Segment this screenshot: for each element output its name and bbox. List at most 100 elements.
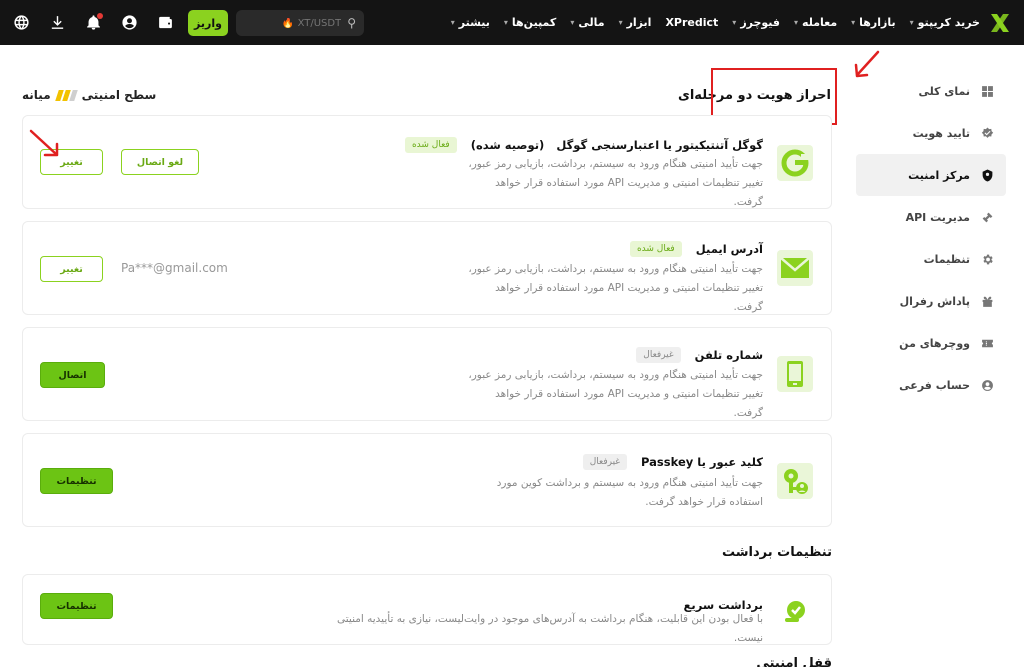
status-badge: فعال شده [404,137,457,153]
sidebar-item[interactable]: مرکز امنیت [856,154,1006,196]
chevron-down-icon: ▾ [851,18,856,27]
api-icon [980,210,994,224]
phone-title: شماره تلفن غیرفعال [636,347,763,363]
nav-item-label: بیشتر [458,16,490,29]
sidebar-item-label: حساب فرعی [899,378,970,392]
passkey-description: جهت تأیید امنیتی هنگام ورود به سیستم و ب… [496,477,763,508]
sidebar-item[interactable]: پاداش رفرال [856,280,1006,322]
nav-item[interactable]: XPredict [665,16,718,29]
google-auth-icon [777,145,813,181]
email-description: جهت تأیید امنیتی هنگام ورود به سیستم، بر… [468,263,763,313]
chevron-down-icon: ▾ [909,18,914,27]
sidebar-item-label: پاداش رفرال [899,294,970,308]
topbar-icons [12,0,174,45]
gift-icon [980,294,994,308]
connect-phone-button[interactable]: اتصال [40,362,105,388]
security-level-bars [54,89,78,101]
masked-email: Pa***@gmail.com [121,261,228,275]
search-input[interactable] [261,17,342,29]
top-navigation-bar: خرید کریپتو ▾ بازارها ▾ معامله ▾ فیوچرز ▾ XPredi… [0,0,1024,45]
nav-item-label: فیوچرز [740,16,781,29]
xt-logo-icon[interactable] [988,11,1012,35]
annotation-arrow-icon [854,50,880,78]
gear-icon [980,252,994,266]
search-icon: ⚲ [347,16,356,30]
chevron-down-icon: ▾ [618,18,623,27]
nav-item[interactable]: بیشتر ▾ [451,16,490,29]
chevron-down-icon: ▾ [503,18,508,27]
sidebar-item-label: مرکز امنیت [908,168,970,182]
email-card: آدرس ایمیل فعال شده جهت تأیید امنیتی هنگ… [22,221,832,315]
sub-account-icon [980,378,994,392]
sidebar-item-label: ووچرهای من [899,336,970,350]
email-icon [777,250,813,286]
nav-item-label: بازارها [859,16,896,29]
globe-icon[interactable] [12,14,30,32]
deposit-button[interactable]: واریز [188,10,228,36]
status-badge: غیرفعال [636,347,681,363]
passkey-title: کلید عبور یا Passkey غیرفعال [582,454,763,470]
chevron-down-icon: ▾ [450,18,455,27]
google-auth-description: جهت تأیید امنیتی هنگام ورود به سیستم، بر… [468,158,763,208]
sidebar-item[interactable]: حساب فرعی [856,364,1006,406]
sidebar-item[interactable]: ووچرهای من [856,322,1006,364]
sidebar-item[interactable]: تایید هویت [856,112,1006,154]
phone-title-text: شماره تلفن [694,348,763,362]
search-box[interactable]: ⚲ [236,10,364,36]
voucher-icon [980,336,994,350]
nav-item[interactable]: کمپین‌ها ▾ [504,16,556,29]
google-auth-title: گوگل آتنتیکیتور یا اعتبارسنجی گوگل (توصی… [404,137,763,153]
security-level-value: میانه [22,88,51,102]
change-email-button[interactable]: تغییر [40,256,103,282]
passkey-icon [777,463,813,499]
bell-icon[interactable] [84,12,103,32]
email-title-text: آدرس ایمیل [695,242,763,256]
passkey-title-text: کلید عبور یا Passkey [641,455,763,469]
security-level-label: سطح امنیتی [81,88,157,102]
unlink-button[interactable]: لغو اتصال [121,149,199,175]
nav-item[interactable]: بازارها ▾ [851,16,895,29]
status-badge: غیرفعال [582,454,628,470]
nav-item-label: معامله [802,16,838,29]
verified-icon [980,126,994,140]
nav-item[interactable]: مالی ▾ [570,16,604,29]
next-section-title: قفل امنیتی [756,656,832,667]
security-level: سطح امنیتی میانه [22,88,156,102]
nav-item[interactable]: فیوچرز ▾ [732,16,780,29]
user-icon[interactable] [120,14,138,32]
nav-item[interactable]: خرید کریپتو ▾ [910,16,980,29]
nav-item[interactable]: ابزار ▾ [619,16,652,29]
nav-item-label: خرید کریپتو [917,16,980,29]
shield-icon [980,168,994,182]
passkey-card: کلید عبور یا Passkey غیرفعال جهت تأیید ا… [22,433,832,527]
download-icon[interactable] [48,14,66,32]
status-badge: فعال شده [629,241,682,257]
sidebar-item[interactable]: مدیریت API [856,196,1006,238]
phone-card: شماره تلفن غیرفعال جهت تأیید امنیتی هنگا… [22,327,832,421]
phone-description: جهت تأیید امنیتی هنگام ورود به سیستم، بر… [468,369,763,419]
fast-withdraw-description: با فعال بودن این قابلیت، هنگام برداشت به… [336,613,763,644]
nav-item-label: ابزار [626,16,652,29]
withdraw-section-title: تنظیمات برداشت [722,545,832,560]
sidebar-item-label: نمای کلی [918,84,970,98]
passkey-settings-button[interactable]: تنظیمات [40,468,113,494]
nav-item-label: مالی [578,16,605,29]
wallet-icon[interactable] [156,14,174,32]
fast-withdraw-icon [777,593,813,629]
notification-dot [97,12,103,19]
email-title: آدرس ایمیل فعال شده [629,241,763,257]
grid-icon [980,84,994,98]
nav-item[interactable]: معامله ▾ [794,16,837,29]
fast-withdraw-card: برداشت سریع با فعال بودن این قابلیت، هنگ… [22,574,832,645]
account-sidebar: نمای کلی تایید هویت مرکز امنیت مدیریت API تن… [856,70,1006,406]
google-auth-card: گوگل آتنتیکیتور یا اعتبارسنجی گوگل (توصی… [22,115,832,209]
google-auth-title-text: گوگل آتنتیکیتور یا اعتبارسنجی گوگل [556,138,763,152]
sidebar-item-label: تنظیمات [923,252,970,266]
nav-item-label: کمپین‌ها [511,16,557,29]
fast-withdraw-settings-button[interactable]: تنظیمات [40,593,113,619]
sidebar-item-label: مدیریت API [905,210,970,224]
sidebar-item[interactable]: تنظیمات [856,238,1006,280]
chevron-down-icon: ▾ [570,18,575,27]
chevron-down-icon: ▾ [732,18,737,27]
nav-item-label: XPredict [665,16,719,29]
